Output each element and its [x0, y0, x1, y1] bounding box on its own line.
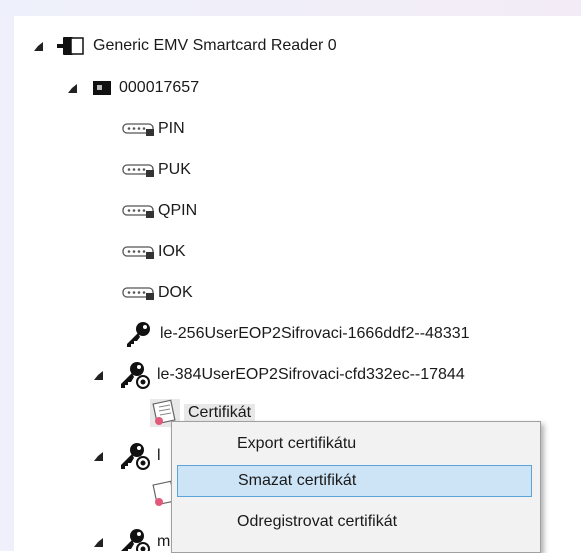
pin-pad-icon	[122, 245, 156, 259]
tree-item-key[interactable]: le-256UserEOP2Sifrovaci-1666ddf2--48331	[124, 314, 470, 354]
expand-toggle-icon[interactable]	[94, 537, 103, 547]
tree-item-label: PUK	[158, 161, 191, 178]
expand-toggle-icon[interactable]	[34, 41, 43, 51]
tree-item-puk[interactable]: PUK	[122, 150, 191, 190]
expand-toggle-icon[interactable]	[94, 451, 103, 461]
context-menu: Export certifikátu Smazat certifikát Odr…	[171, 421, 541, 553]
expand-toggle-icon[interactable]	[68, 83, 77, 93]
tree-item-iok[interactable]: IOK	[122, 232, 186, 272]
window-left-strip	[0, 16, 14, 551]
pin-pad-icon	[122, 286, 156, 300]
tree-item-label: 000017657	[119, 79, 200, 96]
tree-item-qpin[interactable]: QPIN	[122, 191, 197, 231]
key-certificate-icon	[119, 441, 151, 471]
key-certificate-icon	[119, 527, 151, 551]
expand-toggle-icon[interactable]	[94, 370, 103, 380]
tree-item-label: le-384UserEOP2Sifrovaci-cfd332ec--17844	[157, 366, 465, 383]
pin-pad-icon	[122, 204, 156, 218]
tree-item-label: le-256UserEOP2Sifrovaci-1666ddf2--48331	[160, 325, 470, 342]
tree-item-label: DOK	[158, 284, 193, 301]
tree-item-label: Generic EMV Smartcard Reader 0	[93, 37, 337, 54]
menu-item-unregister-certificate[interactable]: Odregistrovat certifikát	[177, 506, 532, 538]
tree-item-dok[interactable]: DOK	[122, 273, 193, 313]
tree-item-label: Certifikát	[184, 404, 256, 422]
smartcard-icon	[93, 81, 111, 95]
menu-item-delete-certificate[interactable]: Smazat certifikát	[177, 465, 532, 497]
tree-item-label: l	[157, 447, 161, 464]
tree-item-key-with-cert[interactable]: l	[94, 436, 161, 476]
tree-item-reader[interactable]: Generic EMV Smartcard Reader 0	[34, 26, 337, 66]
tree-item-label: QPIN	[158, 202, 198, 219]
tree-item-label: PIN	[158, 120, 185, 137]
tree-item-card[interactable]: 000017657	[68, 68, 199, 108]
pin-pad-icon	[122, 163, 156, 177]
menu-item-export-certificate[interactable]: Export certifikátu	[177, 428, 532, 460]
tree-item-pin[interactable]: PIN	[122, 109, 185, 149]
menu-item-label: Export certifikátu	[237, 435, 357, 452]
menu-item-label: Smazat certifikát	[238, 472, 357, 489]
tree-item-key-with-cert[interactable]: le-384UserEOP2Sifrovaci-cfd332ec--17844	[94, 355, 465, 395]
key-icon	[124, 320, 152, 348]
pin-pad-icon	[122, 122, 156, 136]
tree-item-label: IOK	[158, 243, 186, 260]
key-certificate-icon	[119, 360, 151, 390]
card-reader-icon	[57, 35, 85, 57]
menu-item-label: Odregistrovat certifikát	[237, 513, 398, 530]
window-top-strip	[0, 0, 581, 16]
